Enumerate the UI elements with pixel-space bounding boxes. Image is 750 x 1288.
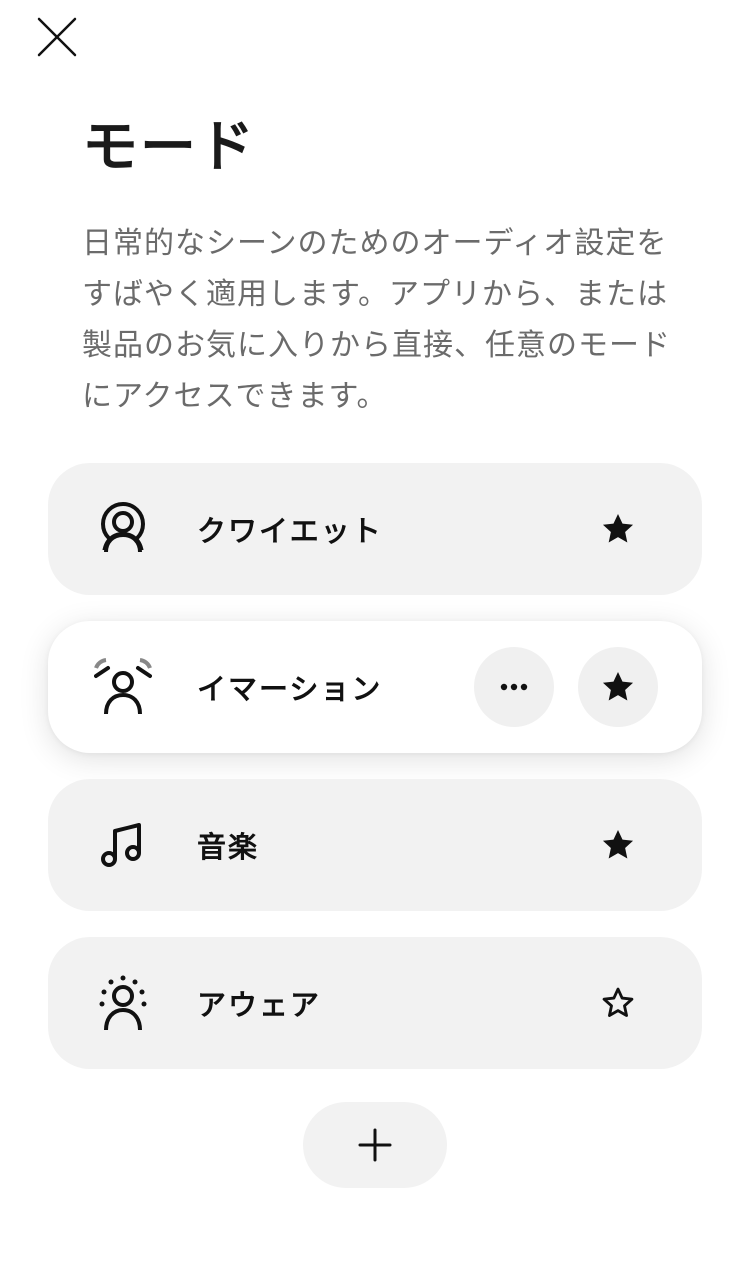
more-options-button[interactable] — [474, 647, 554, 727]
star-filled-icon — [602, 829, 634, 859]
mode-list: クワイエット イマーション 音楽 アウェア — [48, 463, 702, 1095]
star-filled-icon — [602, 513, 634, 543]
plus-icon — [358, 1128, 392, 1162]
music-note-icon — [94, 816, 152, 874]
favorite-button[interactable] — [578, 489, 658, 569]
immersion-person-icon — [94, 658, 152, 716]
star-outline-icon — [602, 987, 634, 1017]
page-title: モード — [82, 115, 256, 180]
close-icon — [37, 17, 77, 57]
mode-card-aware[interactable]: アウェア — [48, 937, 702, 1069]
page-description: 日常的なシーンのためのオーディオ設定をすばやく適用します。アプリから、または製品… — [82, 226, 671, 414]
mode-label: 音楽 — [197, 830, 260, 864]
mode-label: アウェア — [197, 988, 322, 1022]
more-dots-icon — [500, 683, 528, 691]
add-mode-button[interactable] — [303, 1102, 447, 1188]
favorite-button[interactable] — [578, 647, 658, 727]
mode-card-quiet[interactable]: クワイエット — [48, 463, 702, 595]
mode-label: イマーション — [197, 672, 383, 706]
close-button[interactable] — [30, 10, 84, 64]
favorite-button[interactable] — [578, 963, 658, 1043]
quiet-person-icon — [94, 500, 152, 558]
aware-person-icon — [94, 974, 152, 1032]
mode-card-immersion[interactable]: イマーション — [48, 621, 702, 753]
mode-label: クワイエット — [197, 514, 383, 548]
favorite-button[interactable] — [578, 805, 658, 885]
mode-card-music[interactable]: 音楽 — [48, 779, 702, 911]
star-filled-icon — [602, 671, 634, 701]
